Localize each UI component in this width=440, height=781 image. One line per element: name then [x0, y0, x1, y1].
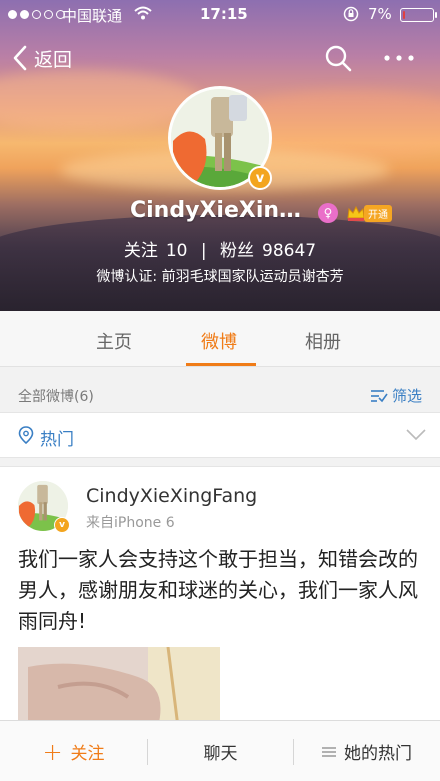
- filter-label: 筛选: [392, 387, 423, 405]
- chevron-down-icon: [406, 429, 426, 441]
- stats-divider: |: [200, 241, 207, 261]
- hot-label: 热门: [40, 430, 74, 450]
- vip-badge[interactable]: 开通: [346, 204, 392, 222]
- post-source: 来自iPhone 6: [86, 515, 175, 531]
- profile-tabs: 主页 微博 相册: [0, 311, 440, 367]
- chat-label: 聊天: [203, 744, 238, 764]
- status-bar: 中国联通 17:15 7%: [0, 0, 440, 30]
- follow-button[interactable]: + 关注: [0, 721, 147, 781]
- screen: 中国联通 17:15 7% 返回 v CindyXieXing... ♀ 开通 …: [0, 0, 440, 781]
- profile-avatar[interactable]: v: [168, 86, 272, 190]
- tab-weibo[interactable]: 微博: [201, 328, 237, 354]
- her-hot-label: 她的热门: [344, 744, 412, 764]
- cover-hills: [0, 215, 440, 311]
- status-time: 17:15: [200, 5, 248, 23]
- filter-button[interactable]: 筛选: [370, 385, 422, 406]
- chevron-left-icon: [13, 45, 27, 71]
- crown-icon: [347, 205, 365, 221]
- follow-stat-label[interactable]: 关注: [124, 241, 158, 261]
- search-icon[interactable]: [324, 44, 352, 72]
- all-weibo-count: 全部微博(6): [18, 389, 94, 405]
- fans-count[interactable]: 98647: [262, 241, 316, 261]
- battery-level: [403, 11, 405, 19]
- active-tab-indicator: [186, 363, 256, 366]
- back-button[interactable]: 返回: [12, 42, 72, 74]
- profile-stats: 关注 10 | 粉丝 98647: [0, 236, 440, 261]
- verified-badge: v: [248, 166, 272, 190]
- back-label: 返回: [34, 48, 73, 71]
- battery-percent: 7%: [368, 5, 392, 23]
- her-hot-button[interactable]: 她的热门: [294, 721, 440, 781]
- profile-name: CindyXieXing...: [130, 198, 310, 223]
- post-card[interactable]: v CindyXieXingFang 来自iPhone 6 我们一家人会支持这个…: [0, 466, 440, 727]
- post-author[interactable]: CindyXieXingFang: [86, 485, 257, 507]
- post-image[interactable]: [18, 647, 220, 727]
- verification-text: 微博认证: 前羽毛球国家队运动员谢杏芳: [96, 269, 344, 285]
- bottom-action-bar: + 关注 聊天 她的热门: [0, 720, 440, 781]
- follow-count[interactable]: 10: [166, 241, 188, 261]
- chat-button[interactable]: 聊天: [148, 721, 293, 781]
- filter-icon: [371, 389, 388, 402]
- wifi-icon: [134, 6, 152, 20]
- vip-label: 开通: [364, 204, 392, 222]
- carrier-name: 中国联通: [62, 7, 123, 25]
- post-photo: [18, 647, 220, 727]
- female-icon: ♀: [318, 203, 338, 223]
- post-text: 我们一家人会支持这个敢于担当，知错会改的男人，感谢朋友和球迷的关心，我们一家人风…: [18, 547, 418, 633]
- tab-home[interactable]: 主页: [96, 328, 132, 354]
- more-icon[interactable]: [382, 50, 416, 66]
- tab-album[interactable]: 相册: [305, 328, 341, 354]
- menu-icon: [322, 746, 336, 757]
- signal-icon: [8, 10, 65, 19]
- fans-stat-label[interactable]: 粉丝: [220, 241, 254, 261]
- profile-cover: 中国联通 17:15 7% 返回 v CindyXieXing... ♀ 开通 …: [0, 0, 440, 311]
- plus-icon: +: [42, 737, 63, 766]
- battery-icon: [400, 8, 437, 22]
- location-pin-icon: [18, 426, 34, 444]
- hot-section[interactable]: 热门: [0, 412, 440, 458]
- rotation-lock-icon: [343, 6, 359, 22]
- verified-badge: v: [54, 517, 70, 533]
- filter-bar: 全部微博(6) 筛选: [0, 380, 440, 410]
- follow-label: 关注: [70, 744, 105, 764]
